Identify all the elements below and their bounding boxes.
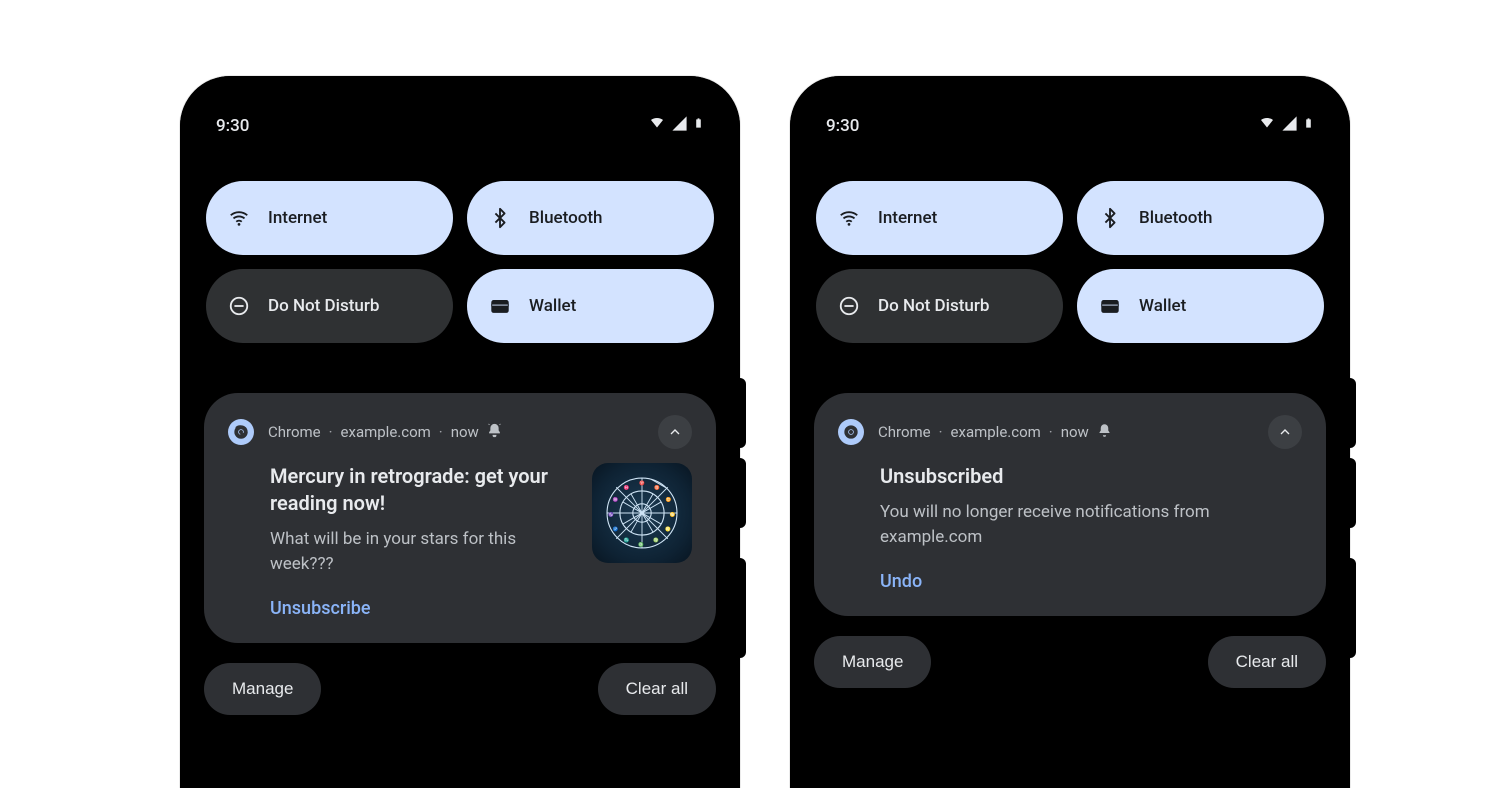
unsubscribe-action[interactable]: Unsubscribe: [270, 598, 371, 619]
collapse-button[interactable]: [658, 415, 692, 449]
volume-up-button[interactable]: [740, 378, 746, 448]
bluetooth-icon: [489, 207, 511, 229]
svg-text:♐: ♐: [613, 525, 619, 532]
clear-all-button[interactable]: Clear all: [598, 663, 716, 715]
notification-desc: You will no longer receive notifications…: [880, 500, 1302, 549]
phone-left: 9:30: [180, 76, 740, 788]
clear-all-button[interactable]: Clear all: [1208, 636, 1326, 688]
svg-text:♋: ♋: [670, 511, 676, 518]
svg-text:♎: ♎: [638, 541, 644, 548]
notification-card[interactable]: Chrome · example.com · now: [204, 393, 716, 643]
wifi-icon: [648, 114, 666, 137]
notification-thumbnail: ♈ ♉ ♊ ♋ ♌ ♍ ♎ ♏ ♐ ♑ ♒ ♓: [592, 463, 692, 563]
svg-text:♌: ♌: [665, 525, 671, 532]
notification-footer: Manage Clear all: [814, 636, 1326, 688]
status-icons: [648, 114, 704, 137]
notification-footer: Manage Clear all: [204, 663, 716, 715]
undo-action[interactable]: Undo: [880, 571, 922, 592]
notif-time: now: [451, 423, 479, 441]
tile-label: Do Not Disturb: [878, 296, 989, 316]
tile-bluetooth[interactable]: Bluetooth: [467, 181, 714, 255]
manage-button[interactable]: Manage: [814, 636, 931, 688]
phone-frame-right: 9:30: [790, 38, 1350, 750]
svg-text:♑: ♑: [608, 511, 614, 518]
tile-label: Bluetooth: [529, 208, 603, 228]
cell-signal-icon: [1281, 115, 1298, 137]
svg-text:♓: ♓: [624, 484, 630, 491]
site-name: example.com: [951, 423, 1041, 441]
dnd-icon: [228, 295, 250, 317]
phone-right: 9:30: [790, 76, 1350, 788]
battery-icon: [693, 114, 704, 137]
tile-label: Wallet: [529, 296, 576, 316]
tile-dnd[interactable]: Do Not Disturb: [816, 269, 1063, 343]
volume-down-button[interactable]: [740, 458, 746, 528]
status-time: 9:30: [216, 116, 249, 136]
notification-meta: Chrome · example.com · now: [878, 423, 1112, 442]
status-bar: 9:30: [808, 76, 1332, 137]
status-icons: [1258, 114, 1314, 137]
volume-up-button[interactable]: [1350, 378, 1356, 448]
bell-ringing-icon: [1097, 423, 1112, 442]
wallet-icon: [1099, 295, 1121, 317]
quick-settings: Internet Bluetooth Do Not Disturb: [198, 181, 722, 343]
notif-time: now: [1061, 423, 1089, 441]
collapse-button[interactable]: [1268, 415, 1302, 449]
wifi-icon: [838, 207, 860, 229]
svg-text:♏: ♏: [624, 537, 630, 544]
notification-desc: What will be in your stars for this week…: [270, 527, 574, 576]
tile-label: Wallet: [1139, 296, 1186, 316]
svg-text:♈: ♈: [639, 479, 645, 486]
chrome-icon: [228, 419, 254, 445]
tile-wallet[interactable]: Wallet: [1077, 269, 1324, 343]
app-name: Chrome: [268, 423, 321, 441]
wifi-icon: [228, 207, 250, 229]
svg-text:♊: ♊: [666, 496, 672, 503]
bluetooth-icon: [1099, 207, 1121, 229]
notification-title: Mercury in retrograde: get your reading …: [270, 463, 574, 517]
status-bar: 9:30: [198, 76, 722, 137]
svg-text:♍: ♍: [653, 537, 659, 544]
battery-icon: [1303, 114, 1314, 137]
chrome-icon: [838, 419, 864, 445]
tile-dnd[interactable]: Do Not Disturb: [206, 269, 453, 343]
tile-wallet[interactable]: Wallet: [467, 269, 714, 343]
volume-down-button[interactable]: [1350, 458, 1356, 528]
tile-label: Internet: [268, 208, 327, 228]
tile-bluetooth[interactable]: Bluetooth: [1077, 181, 1324, 255]
tile-label: Bluetooth: [1139, 208, 1213, 228]
wallet-icon: [489, 295, 511, 317]
tile-internet[interactable]: Internet: [206, 181, 453, 255]
svg-text:♒: ♒: [613, 496, 619, 503]
quick-settings: Internet Bluetooth Do Not Disturb: [808, 181, 1332, 343]
manage-button[interactable]: Manage: [204, 663, 321, 715]
notification-meta: Chrome · example.com · now: [268, 423, 502, 442]
power-button[interactable]: [1350, 558, 1356, 658]
tile-label: Internet: [878, 208, 937, 228]
phone-frame-left: 9:30: [180, 38, 740, 750]
power-button[interactable]: [740, 558, 746, 658]
notification-card[interactable]: Chrome · example.com · now: [814, 393, 1326, 616]
svg-text:♉: ♉: [654, 484, 660, 491]
tile-label: Do Not Disturb: [268, 296, 379, 316]
notification-title: Unsubscribed: [880, 463, 1302, 490]
dnd-icon: [838, 295, 860, 317]
app-name: Chrome: [878, 423, 931, 441]
site-name: example.com: [341, 423, 431, 441]
wifi-icon: [1258, 114, 1276, 137]
cell-signal-icon: [671, 115, 688, 137]
tile-internet[interactable]: Internet: [816, 181, 1063, 255]
status-time: 9:30: [826, 116, 859, 136]
bell-ringing-icon: [487, 423, 502, 442]
